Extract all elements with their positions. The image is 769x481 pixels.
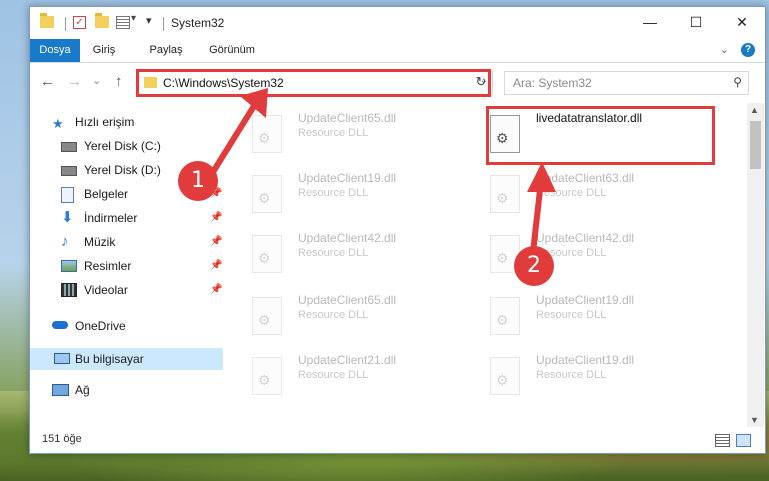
step-2-badge: 2 [514, 246, 554, 286]
arrow-2-head [527, 162, 556, 192]
step-1-badge: 1 [178, 161, 218, 201]
arrow-1-shaft [210, 104, 257, 174]
arrow-2-shaft [530, 189, 543, 253]
annotation-arrows [210, 88, 556, 253]
arrow-1-head [240, 88, 268, 118]
